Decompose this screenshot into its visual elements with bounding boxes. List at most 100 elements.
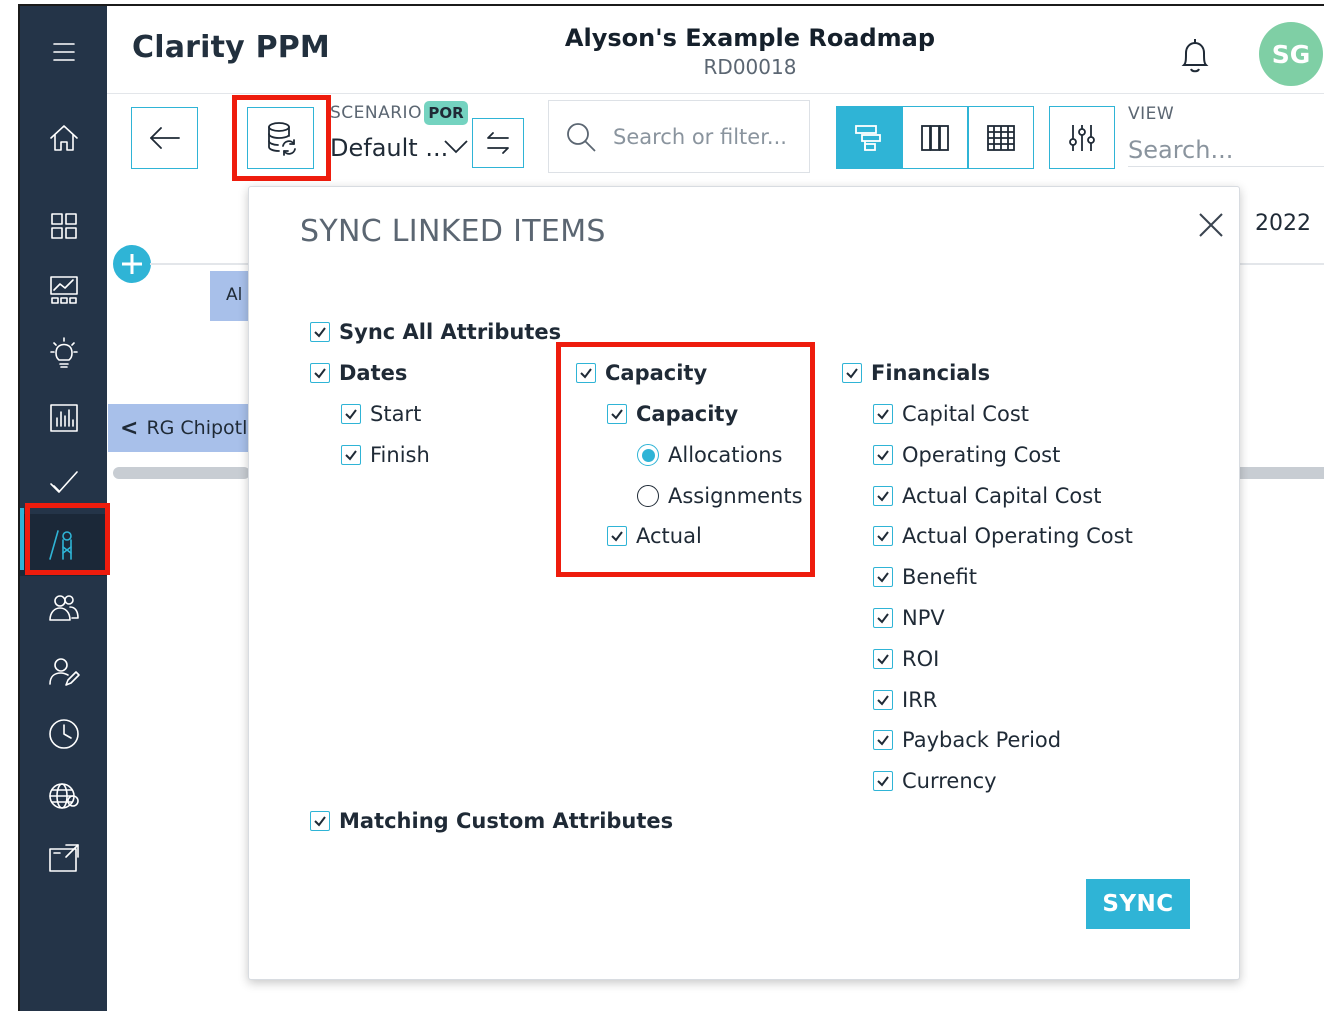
- checkbox-checked-icon[interactable]: [341, 445, 361, 465]
- roadmap-title: Alyson's Example Roadmap: [564, 24, 936, 52]
- scenario-select-value[interactable]: Default ...: [330, 134, 448, 162]
- analytics-dashboard-icon[interactable]: [20, 264, 107, 316]
- compare-scenarios-button[interactable]: [472, 118, 524, 168]
- menu-icon[interactable]: [20, 26, 107, 78]
- tasks-checkmark-icon[interactable]: [20, 456, 107, 508]
- chevron-down-icon[interactable]: [442, 134, 470, 158]
- financial-item-checkbox[interactable]: NPV: [873, 606, 945, 630]
- financial-item-checkbox[interactable]: ROI: [873, 647, 939, 671]
- finish-label: Finish: [370, 443, 430, 467]
- timesheets-clock-icon[interactable]: [20, 708, 107, 760]
- roadmap-group-label: RG Chipotle: [146, 417, 250, 439]
- resources-people-icon[interactable]: [20, 582, 107, 634]
- financial-item-checkbox[interactable]: Payback Period: [873, 728, 1061, 752]
- sidebar-active-indicator: [20, 508, 24, 570]
- financial-item-label: NPV: [902, 606, 945, 630]
- global-settings-icon[interactable]: [20, 770, 107, 822]
- timeline-gridline-right: [1240, 263, 1324, 265]
- financials-checkbox[interactable]: Financials: [842, 361, 990, 385]
- user-avatar[interactable]: SG: [1259, 22, 1323, 86]
- checkbox-checked-icon[interactable]: [842, 363, 862, 383]
- finish-checkbox[interactable]: Finish: [341, 443, 430, 467]
- columns-icon: [921, 124, 949, 151]
- back-button[interactable]: [131, 107, 198, 169]
- add-item-button[interactable]: [113, 245, 151, 283]
- board-view-tab[interactable]: [902, 106, 968, 169]
- checkbox-checked-icon[interactable]: [873, 567, 893, 587]
- sync-button[interactable]: SYNC: [1086, 879, 1190, 929]
- frame-top-border: [18, 4, 1324, 6]
- highlight-box-roadmaps: [25, 503, 110, 575]
- checkbox-checked-icon[interactable]: [873, 486, 893, 506]
- financial-item-label: Operating Cost: [902, 443, 1061, 467]
- search-input[interactable]: [613, 124, 803, 149]
- timeline-view-tab[interactable]: [836, 106, 902, 169]
- highlight-box-sync-button: [232, 95, 331, 181]
- grid-table-icon: [987, 124, 1015, 151]
- view-options-button[interactable]: [1049, 106, 1115, 169]
- view-search-input[interactable]: [1128, 136, 1324, 167]
- checkbox-checked-icon[interactable]: [341, 404, 361, 424]
- checkbox-checked-icon[interactable]: [873, 404, 893, 424]
- dashboard-grid-icon[interactable]: [20, 200, 107, 252]
- collapse-chevron-icon[interactable]: <: [120, 416, 138, 441]
- financials-label: Financials: [871, 361, 991, 385]
- timeline-gridline: [150, 263, 250, 265]
- financial-item-label: IRR: [902, 688, 938, 712]
- checkbox-checked-icon[interactable]: [310, 363, 330, 383]
- dialog-title: SYNC LINKED ITEMS: [300, 214, 606, 249]
- financial-item-checkbox[interactable]: Benefit: [873, 565, 977, 589]
- close-icon[interactable]: [1193, 207, 1229, 243]
- financial-item-label: Actual Operating Cost: [902, 524, 1133, 548]
- highlight-box-capacity: [556, 342, 815, 577]
- timeline-bars-icon: [855, 124, 881, 151]
- roadmap-item-bar[interactable]: Al: [210, 271, 250, 321]
- financial-item-label: ROI: [902, 647, 940, 671]
- grid-view-tab[interactable]: [968, 106, 1034, 169]
- search-icon: [567, 122, 596, 152]
- user-edit-icon[interactable]: [20, 646, 107, 698]
- checkbox-checked-icon[interactable]: [873, 445, 893, 465]
- financial-item-label: Capital Cost: [902, 402, 1029, 426]
- notifications-bell-icon[interactable]: [1172, 33, 1218, 79]
- dates-checkbox[interactable]: Dates: [310, 361, 407, 385]
- matching-custom-attributes-checkbox[interactable]: Matching Custom Attributes: [310, 809, 673, 833]
- checkbox-checked-icon[interactable]: [873, 649, 893, 669]
- financial-item-label: Actual Capital Cost: [902, 484, 1102, 508]
- checkbox-checked-icon[interactable]: [873, 608, 893, 628]
- dates-label: Dates: [339, 361, 408, 385]
- financial-item-checkbox[interactable]: Capital Cost: [873, 402, 1029, 426]
- financial-item-checkbox[interactable]: Currency: [873, 769, 997, 793]
- financial-item-checkbox[interactable]: Actual Capital Cost: [873, 484, 1101, 508]
- checkbox-checked-icon[interactable]: [873, 771, 893, 791]
- start-checkbox[interactable]: Start: [341, 402, 421, 426]
- financial-item-checkbox[interactable]: IRR: [873, 688, 937, 712]
- search-filter-box[interactable]: [548, 100, 810, 173]
- sync-all-attributes-checkbox[interactable]: Sync All Attributes: [310, 320, 561, 344]
- financial-item-label: Payback Period: [902, 728, 1062, 752]
- matching-custom-attributes-label: Matching Custom Attributes: [339, 809, 674, 833]
- sync-linked-items-dialog: SYNC LINKED ITEMS Sync All Attributes Da…: [248, 186, 1240, 980]
- checkbox-checked-icon[interactable]: [873, 690, 893, 710]
- checkbox-checked-icon[interactable]: [310, 322, 330, 342]
- timeline-year-label: 2022: [1255, 211, 1311, 236]
- horizontal-scrollbar-right[interactable]: [1240, 467, 1324, 479]
- ideas-lightbulb-icon[interactable]: [20, 328, 107, 380]
- checkbox-checked-icon[interactable]: [873, 730, 893, 750]
- reports-bar-chart-icon[interactable]: [20, 392, 107, 444]
- scenario-label: SCENARIO: [330, 103, 422, 123]
- checkbox-checked-icon[interactable]: [873, 526, 893, 546]
- roadmap-group-row[interactable]: < RG Chipotle: [108, 404, 250, 452]
- financial-item-checkbox[interactable]: Actual Operating Cost: [873, 524, 1133, 548]
- classic-external-link-icon[interactable]: [20, 832, 107, 884]
- financial-item-checkbox[interactable]: Operating Cost: [873, 443, 1060, 467]
- home-icon[interactable]: [20, 112, 107, 164]
- swap-arrows-icon: [487, 132, 509, 154]
- financial-item-label: Benefit: [902, 565, 978, 589]
- scenario-por-badge: POR: [424, 101, 468, 125]
- horizontal-scrollbar[interactable]: [113, 467, 250, 479]
- sliders-icon: [1069, 124, 1095, 151]
- checkbox-checked-icon[interactable]: [310, 811, 330, 831]
- view-label: VIEW: [1128, 104, 1175, 124]
- financial-item-label: Currency: [902, 769, 997, 793]
